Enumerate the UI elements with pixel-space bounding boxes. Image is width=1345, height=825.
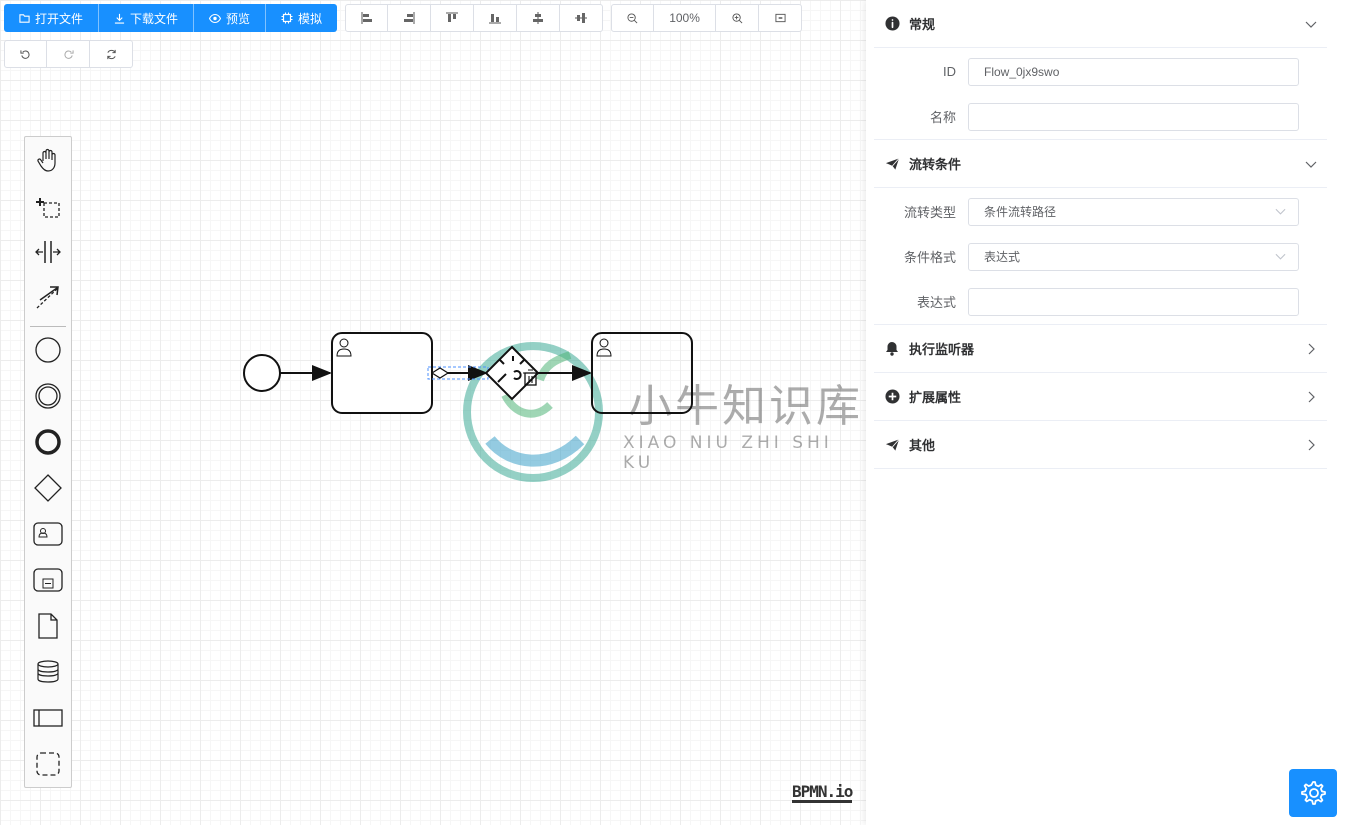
condition-format-select[interactable]: 表达式	[968, 242, 1299, 271]
name-row: 名称	[874, 94, 1327, 139]
condition-format-row: 条件格式 表达式	[874, 234, 1327, 279]
flow-type-value: 条件流转路径	[984, 205, 1057, 219]
expression-label: 表达式	[916, 295, 956, 310]
id-row: ID Flow_0jx9swo	[874, 49, 1327, 94]
gear-icon	[1301, 781, 1326, 805]
info-icon	[884, 16, 900, 32]
other-section-title: 其他	[909, 438, 936, 453]
flow-condition-section-body: 流转类型 条件流转路径 条件格式 表达式 表达式	[874, 188, 1327, 325]
user-task-2[interactable]	[591, 332, 693, 414]
general-section-title: 常规	[909, 17, 936, 32]
extensions-section-header[interactable]: 扩展属性	[874, 373, 1327, 421]
expression-row: 表达式	[874, 279, 1327, 324]
id-input[interactable]: Flow_0jx9swo	[968, 57, 1299, 86]
general-section-header[interactable]: 常规	[874, 0, 1327, 48]
send-icon	[884, 437, 900, 453]
extensions-section-title: 扩展属性	[909, 390, 962, 405]
chevron-right-icon	[1308, 391, 1315, 403]
bpmn-diagram	[243, 332, 693, 414]
chevron-right-icon	[1308, 439, 1315, 451]
properties-collapse: 常规 ID Flow_0jx9swo 名称 流转条件 流转类型 条件流转路径 条…	[874, 0, 1327, 469]
expression-input[interactable]	[968, 287, 1299, 316]
chevron-right-icon	[1308, 343, 1315, 355]
bpmn-io-logo[interactable]: BPMN.io	[792, 784, 853, 803]
selected-sequence-flow[interactable]	[427, 365, 489, 381]
properties-panel: 常规 ID Flow_0jx9swo 名称 流转条件 流转类型 条件流转路径 条…	[866, 0, 1345, 825]
start-event[interactable]	[243, 354, 281, 392]
chevron-down-icon	[1305, 21, 1317, 28]
chevron-down-icon	[1305, 161, 1317, 168]
other-section-header[interactable]: 其他	[874, 421, 1327, 469]
name-input[interactable]	[968, 102, 1299, 131]
id-label: ID	[943, 64, 956, 79]
user-task-1[interactable]	[331, 332, 433, 414]
general-section-body: ID Flow_0jx9swo 名称	[874, 48, 1327, 140]
plus-circle-icon	[884, 389, 900, 405]
condition-format-label: 条件格式	[903, 250, 956, 265]
settings-button[interactable]	[1289, 769, 1337, 817]
listeners-section-header[interactable]: 执行监听器	[874, 325, 1327, 373]
bpmn-canvas[interactable]: 打开文件 下载文件 预览 模拟 100% 小牛知识库 XIAO NIU ZHI …	[0, 0, 866, 825]
name-label: 名称	[929, 110, 956, 125]
flow-type-label: 流转类型	[903, 205, 956, 220]
flow-condition-section-title: 流转条件	[909, 157, 962, 172]
chevron-down-icon	[1275, 208, 1286, 215]
chevron-down-icon	[1275, 253, 1286, 260]
flow-type-select[interactable]: 条件流转路径	[968, 197, 1299, 226]
flow-condition-section-header[interactable]: 流转条件	[874, 140, 1327, 188]
bell-icon	[884, 341, 900, 357]
condition-format-value: 表达式	[984, 250, 1021, 264]
send-icon	[884, 156, 900, 172]
flow-type-row: 流转类型 条件流转路径	[874, 189, 1327, 234]
listeners-section-title: 执行监听器	[909, 342, 975, 357]
